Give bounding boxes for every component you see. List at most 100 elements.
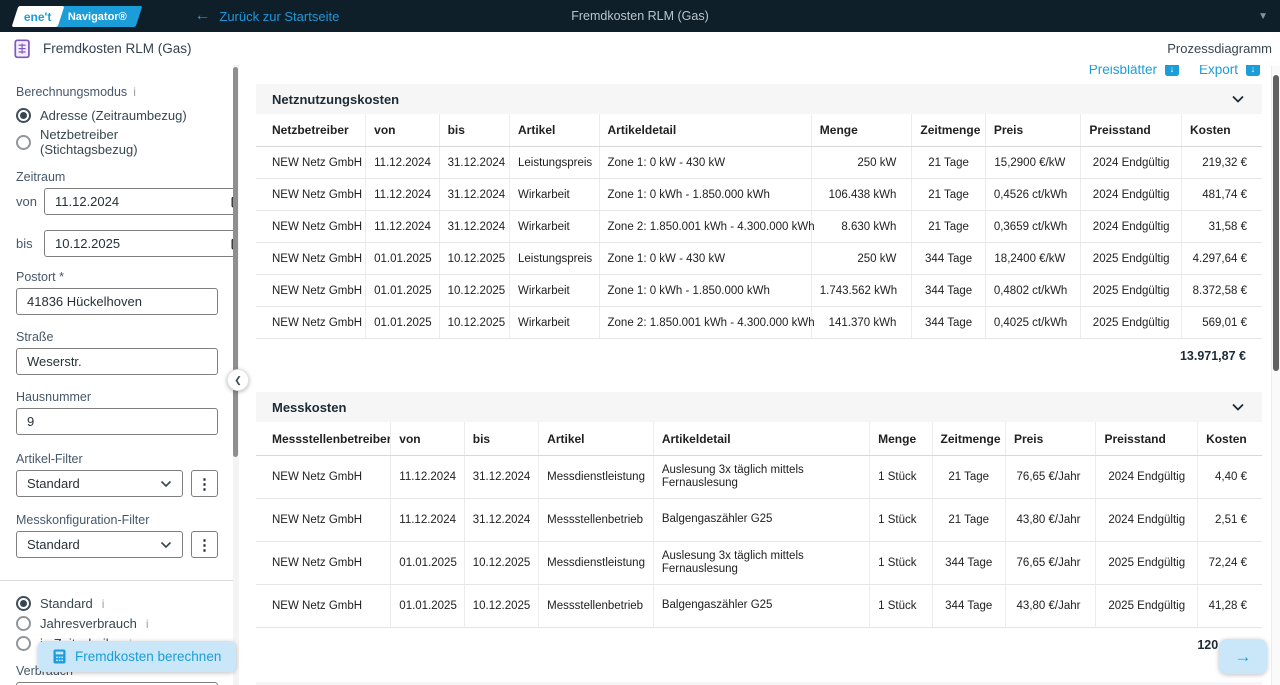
table-cell: Zone 1: 0 kWh - 1.850.000 kWh: [599, 179, 811, 211]
table-cell: Zone 2: 1.850.001 kWh - 4.300.000 kWh: [599, 211, 811, 243]
radio-jahresverbrauch[interactable]: Jahresverbrauch i: [16, 616, 218, 631]
table-cell: 2025 Endgültig: [1096, 542, 1198, 585]
table-cell: 2024 Endgültig: [1096, 499, 1198, 542]
messkonfig-filter-menu-button[interactable]: ⋮: [191, 531, 218, 558]
table-cell: 344 Tage: [912, 307, 985, 339]
table-cell: 21 Tage: [932, 456, 1005, 499]
table-cell: 1.743.562 kWh: [811, 275, 912, 307]
table-row: NEW Netz GmbH01.01.202510.12.2025Leistun…: [256, 243, 1262, 275]
next-step-button[interactable]: →: [1219, 639, 1267, 674]
netznutzungskosten-panel-header[interactable]: Netznutzungskosten: [256, 84, 1262, 114]
table-cell: 0,4526 ct/kWh: [985, 179, 1081, 211]
radio-standard[interactable]: Standard i: [16, 596, 218, 611]
column-header: von: [366, 114, 439, 147]
window-scrollbar-thumb[interactable]: [1273, 75, 1279, 371]
bis-date-input[interactable]: [55, 236, 231, 251]
table-row: NEW Netz GmbH11.12.202431.12.2024Wirkarb…: [256, 179, 1262, 211]
table-cell: 11.12.2024: [391, 456, 464, 499]
table-cell: 0,4025 ct/kWh: [985, 307, 1081, 339]
column-header: bis: [464, 422, 538, 456]
table-cell: Balgengaszähler G25: [653, 499, 869, 542]
radio-netzbetreiber-stichtagsbezug[interactable]: Netzbetreiber (Stichtagsbezug): [16, 127, 218, 157]
table-cell: 569,01 €: [1181, 307, 1262, 339]
chevron-down-icon: [160, 480, 172, 488]
table-cell: 01.01.2025: [366, 275, 439, 307]
table-cell: 31,58 €: [1181, 211, 1262, 243]
radio-adresse-zeitraumbezug[interactable]: Adresse (Zeitraumbezug): [16, 108, 218, 123]
table-cell: 2025 Endgültig: [1096, 585, 1198, 628]
radio-dot-icon: [16, 596, 31, 611]
table-cell: 18,2400 €/kW: [985, 243, 1081, 275]
messkonfig-filter-select[interactable]: Standard: [16, 531, 183, 558]
table-cell: 2,51 €: [1198, 499, 1262, 542]
messkosten-panel-header[interactable]: Messkosten: [256, 392, 1262, 422]
table-cell: Zone 1: 0 kW - 430 kW: [599, 147, 811, 179]
table-cell: 1 Stück: [870, 585, 932, 628]
von-date-field[interactable]: [44, 188, 233, 215]
zeitraum-bis-row: bis: [16, 230, 218, 257]
table-cell: NEW Netz GmbH: [256, 542, 391, 585]
table-cell: NEW Netz GmbH: [256, 211, 366, 243]
table-cell: 43,80 €/Jahr: [1005, 585, 1096, 628]
sidebar-collapse-button[interactable]: ❮: [227, 369, 249, 391]
von-date-input[interactable]: [55, 194, 231, 209]
radio-dot-icon: [16, 636, 31, 651]
collapse-chevron-icon[interactable]: [1230, 399, 1246, 415]
radio-dot-icon: [16, 108, 31, 123]
table-cell: 1 Stück: [870, 542, 932, 585]
window-scrollbar[interactable]: [1271, 66, 1280, 685]
table-cell: 2025 Endgültig: [1081, 307, 1182, 339]
calculator-icon: [53, 649, 66, 664]
von-label: von: [16, 194, 44, 209]
export-link[interactable]: Export: [1199, 65, 1238, 77]
preisblaetter-link[interactable]: Preisblätter: [1089, 65, 1157, 77]
table-cell: Auslesung 3x täglich mittels Fernauslesu…: [653, 456, 869, 499]
table-cell: 15,2900 €/kW: [985, 147, 1081, 179]
postort-input[interactable]: [27, 294, 208, 309]
artikel-filter-select[interactable]: Standard: [16, 470, 183, 497]
artikel-filter-menu-button[interactable]: ⋮: [191, 470, 218, 497]
table-cell: NEW Netz GmbH: [256, 307, 366, 339]
table-cell: Wirkarbeit: [509, 179, 599, 211]
collapse-left-icon: ❮: [234, 375, 242, 386]
column-header: Artikel: [539, 422, 654, 456]
table-cell: 344 Tage: [932, 542, 1005, 585]
messkonfig-filter-row: Standard ⋮: [16, 531, 218, 558]
table-cell: NEW Netz GmbH: [256, 179, 366, 211]
table-cell: 72,24 €: [1198, 542, 1262, 585]
column-header: Messstellenbetreiber: [256, 422, 391, 456]
table-cell: 11.12.2024: [391, 499, 464, 542]
table-cell: 01.01.2025: [366, 243, 439, 275]
download-icon[interactable]: ↓: [1165, 65, 1179, 76]
table-cell: 41,28 €: [1198, 585, 1262, 628]
artikel-filter-value: Standard: [27, 476, 160, 491]
table-cell: Wirkarbeit: [509, 275, 599, 307]
table-cell: 1 Stück: [870, 456, 932, 499]
table-cell: 2025 Endgültig: [1081, 243, 1182, 275]
hausnummer-field[interactable]: [16, 408, 218, 435]
messkosten-table: MessstellenbetreibervonbisArtikelArtikel…: [256, 422, 1262, 628]
sidebar-scrollbar-thumb[interactable]: [233, 67, 238, 457]
bis-date-field[interactable]: [44, 230, 233, 257]
postort-field[interactable]: [16, 288, 218, 315]
table-cell: 1 Stück: [870, 499, 932, 542]
table-cell: Messdienstleistung: [539, 542, 654, 585]
table-cell: 8.372,58 €: [1181, 275, 1262, 307]
fremdkosten-berechnen-button[interactable]: Fremdkosten berechnen: [38, 641, 236, 672]
topbar-caret-icon[interactable]: ▼: [1258, 11, 1268, 22]
page-header: Fremdkosten RLM (Gas) Prozessdiagramm: [0, 32, 1280, 65]
back-to-start-link[interactable]: ← Zurück zur Startseite: [194, 8, 339, 24]
collapse-chevron-icon[interactable]: [1230, 91, 1246, 107]
download-icon[interactable]: ↓: [1246, 65, 1260, 76]
column-header: bis: [439, 114, 509, 147]
strasse-field[interactable]: [16, 348, 218, 375]
page-title: Fremdkosten RLM (Gas): [43, 41, 192, 56]
table-cell: NEW Netz GmbH: [256, 585, 391, 628]
table-cell: 4.297,64 €: [1181, 243, 1262, 275]
hausnummer-input[interactable]: [27, 414, 208, 429]
strasse-input[interactable]: [27, 354, 208, 369]
prozessdiagramm-link[interactable]: Prozessdiagramm: [1167, 41, 1272, 56]
table-cell: 0,3659 ct/kWh: [985, 211, 1081, 243]
topbar: ene't Navigator® ← Zurück zur Startseite…: [0, 0, 1280, 32]
table-row: NEW Netz GmbH11.12.202431.12.2024Messdie…: [256, 456, 1262, 499]
